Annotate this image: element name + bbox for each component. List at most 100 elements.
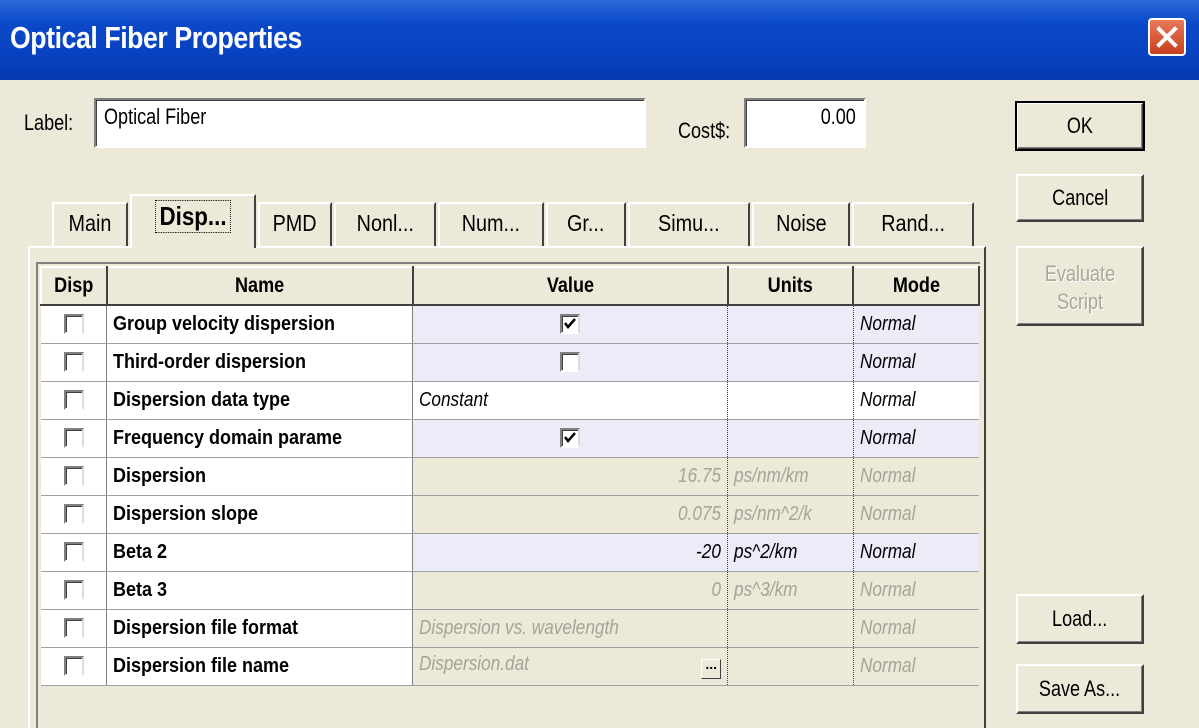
- property-value-cell[interactable]: [412, 305, 729, 344]
- property-value-cell: 0.075: [412, 495, 729, 534]
- column-header-name[interactable]: Name: [105, 266, 414, 306]
- property-mode-cell[interactable]: Normal: [853, 381, 979, 420]
- property-mode-cell: Normal: [853, 495, 979, 534]
- property-name-cell: Beta 2: [106, 533, 413, 572]
- disp-checkbox[interactable]: [63, 504, 84, 525]
- table-row[interactable]: Dispersion data type Constant Normal: [41, 381, 979, 420]
- property-mode-cell: Normal: [853, 609, 979, 648]
- disp-cell: [41, 533, 108, 572]
- property-units-cell: [727, 419, 854, 458]
- property-units-cell: [727, 343, 854, 382]
- property-mode-cell: Normal: [853, 647, 979, 686]
- property-units: ps/nm^2/k: [734, 502, 813, 525]
- property-mode-cell[interactable]: Normal: [853, 343, 979, 382]
- disp-cell: [41, 419, 108, 458]
- property-name-cell: Third-order dispersion: [106, 343, 413, 382]
- value-checkbox[interactable]: [560, 352, 581, 373]
- property-mode-cell: Normal: [853, 571, 979, 610]
- property-units: ps^3/km: [734, 578, 798, 601]
- table-row[interactable]: Dispersion 16.75 ps/nm/km Normal: [41, 457, 979, 496]
- property-units-cell: [727, 609, 854, 648]
- table-row[interactable]: Group velocity dispersion Normal: [41, 305, 979, 344]
- property-units-cell: ps/nm/km: [727, 457, 854, 496]
- close-button[interactable]: [1148, 18, 1186, 56]
- property-mode: Normal: [859, 616, 916, 639]
- property-mode-cell[interactable]: Normal: [853, 305, 979, 344]
- tab-random[interactable]: Rand...: [852, 202, 974, 246]
- save-as-button[interactable]: Save As...: [1016, 664, 1144, 714]
- tab-dispersion[interactable]: Disp...: [130, 194, 256, 248]
- table-row[interactable]: Dispersion file format Dispersion vs. wav…: [41, 609, 979, 648]
- title-bar[interactable]: Optical Fiber Properties: [0, 0, 1199, 80]
- property-value-cell[interactable]: [412, 419, 729, 458]
- table-row[interactable]: Dispersion file name Dispersion.dat... Nor…: [41, 647, 979, 686]
- cost-input[interactable]: 0.00: [744, 98, 866, 148]
- table-header-row: Disp Name Value Units Mode: [40, 266, 980, 306]
- property-name: Group velocity dispersion: [113, 312, 336, 335]
- tab-numerical[interactable]: Num...: [438, 202, 544, 246]
- table-row[interactable]: Dispersion slope 0.075 ps/nm^2/k Normal: [41, 495, 979, 534]
- property-mode: Normal: [859, 502, 916, 525]
- property-value: 16.75: [678, 464, 722, 487]
- load-button[interactable]: Load...: [1016, 594, 1144, 644]
- disp-checkbox[interactable]: [63, 656, 84, 677]
- property-name: Beta 3: [113, 578, 168, 601]
- disp-cell: [41, 381, 108, 420]
- disp-checkbox[interactable]: [63, 428, 84, 449]
- property-name-cell: Beta 3: [106, 571, 413, 610]
- evaluate-script-button[interactable]: Evaluate Script: [1016, 246, 1144, 326]
- disp-checkbox[interactable]: [63, 542, 84, 563]
- disp-checkbox[interactable]: [63, 352, 84, 373]
- disp-checkbox[interactable]: [63, 580, 84, 601]
- disp-checkbox[interactable]: [63, 390, 84, 411]
- property-mode: Normal: [859, 654, 916, 677]
- property-name-cell: Group velocity dispersion: [106, 305, 413, 344]
- table-row[interactable]: Beta 2 -20 ps^2/km Normal: [41, 533, 979, 572]
- property-mode: Normal: [859, 312, 916, 335]
- property-value: -20: [696, 540, 722, 563]
- label-input[interactable]: Optical Fiber: [94, 98, 646, 148]
- tab-noise[interactable]: Noise: [752, 202, 850, 246]
- property-name-cell: Dispersion file format: [106, 609, 413, 648]
- property-name: Dispersion file format: [113, 616, 299, 639]
- property-name: Dispersion file name: [113, 654, 290, 677]
- disp-checkbox[interactable]: [63, 314, 84, 335]
- property-name-cell: Dispersion slope: [106, 495, 413, 534]
- property-mode-cell[interactable]: Normal: [853, 419, 979, 458]
- value-checkbox[interactable]: [560, 314, 581, 335]
- disp-checkbox[interactable]: [63, 618, 84, 639]
- property-mode: Normal: [859, 464, 916, 487]
- column-header-disp[interactable]: Disp: [40, 266, 108, 306]
- property-name: Frequency domain parame: [113, 426, 343, 449]
- property-name-cell: Dispersion data type: [106, 381, 413, 420]
- property-mode-cell[interactable]: Normal: [853, 533, 979, 572]
- property-mode: Normal: [859, 426, 916, 449]
- column-header-units[interactable]: Units: [726, 266, 855, 306]
- check-mark-icon: [564, 318, 577, 330]
- ok-button[interactable]: OK: [1015, 101, 1145, 151]
- table-row[interactable]: Frequency domain parame Normal: [41, 419, 979, 458]
- value-checkbox[interactable]: [560, 428, 581, 449]
- column-header-mode[interactable]: Mode: [852, 266, 980, 306]
- cancel-button[interactable]: Cancel: [1016, 174, 1144, 222]
- tab-nonlinear[interactable]: Nonl...: [334, 202, 436, 246]
- disp-checkbox[interactable]: [63, 466, 84, 487]
- tab-pmd[interactable]: PMD: [258, 202, 332, 246]
- property-value-cell[interactable]: -20: [412, 533, 729, 572]
- property-name: Dispersion: [113, 464, 207, 487]
- browse-button[interactable]: ...: [701, 657, 722, 679]
- property-value-cell[interactable]: Constant: [412, 381, 729, 420]
- disp-cell: [41, 343, 108, 382]
- tab-simulation[interactable]: Simu...: [628, 202, 750, 246]
- property-mode: Normal: [859, 388, 916, 411]
- tab-main[interactable]: Main: [52, 202, 128, 246]
- property-units: ps^2/km: [734, 540, 798, 563]
- column-header-value[interactable]: Value: [411, 266, 729, 306]
- property-name-cell: Dispersion file name: [106, 647, 413, 686]
- property-value-cell[interactable]: [412, 343, 729, 382]
- cost-caption: Cost$:: [678, 118, 731, 143]
- tab-graphs[interactable]: Gr...: [546, 202, 626, 246]
- table-row[interactable]: Third-order dispersion Normal: [41, 343, 979, 382]
- table-row[interactable]: Beta 3 0 ps^3/km Normal: [41, 571, 979, 610]
- check-mark-icon: [564, 432, 577, 444]
